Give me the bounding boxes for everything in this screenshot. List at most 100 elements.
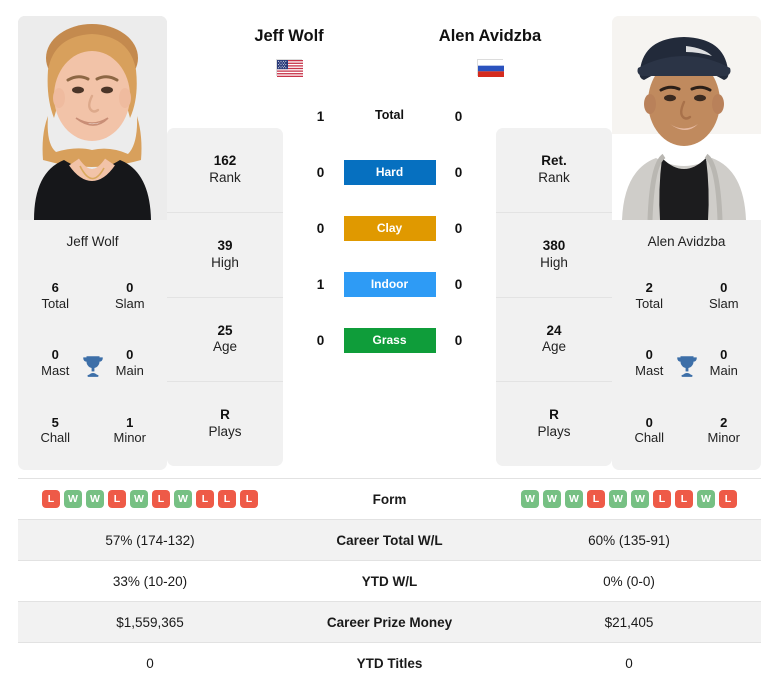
form-badge-win[interactable]: W	[174, 490, 192, 508]
left-form-badges: LWWLWLWLLL	[18, 490, 282, 508]
form-badge-win[interactable]: W	[543, 490, 561, 508]
right-titles-minor: 2 Minor	[687, 397, 762, 464]
form-badge-win[interactable]: W	[521, 490, 539, 508]
h2h-surface-hard[interactable]: Hard	[343, 159, 436, 185]
form-badge-loss[interactable]: L	[152, 490, 170, 508]
right-player-name-caption: Alen Avidzba	[647, 234, 726, 249]
value: R	[549, 407, 559, 423]
form-badge-loss[interactable]: L	[587, 490, 605, 508]
left-career-total-wl: 57% (174-132)	[105, 532, 195, 548]
form-badge-loss[interactable]: L	[218, 490, 236, 508]
form-badge-win[interactable]: W	[64, 490, 82, 508]
h2h-surface-grass[interactable]: Grass	[343, 327, 436, 353]
h2h-left-score: 0	[316, 332, 325, 348]
right-titles-chall: 0 Chall	[612, 397, 687, 464]
left-player-header: Jeff Wolf	[229, 16, 349, 77]
value: 0	[126, 347, 134, 363]
left-player-titles-grid: 6 Total 0 Slam 0 Mast 0 Main 5 Chall 1 M…	[18, 263, 167, 471]
h2h-right-score: 0	[454, 220, 463, 236]
right-player-card[interactable]: Alen Avidzba 2 Total 0 Slam 0 Mast 0 Mai…	[612, 16, 761, 470]
right-titles-slam: 0 Slam	[687, 263, 762, 330]
form-badge-loss[interactable]: L	[196, 490, 214, 508]
form-badge-loss[interactable]: L	[719, 490, 737, 508]
value: 0	[51, 347, 59, 363]
label: Rank	[209, 169, 241, 185]
table-row-career-prize-money: $1,559,365 Career Prize Money $21,405	[18, 601, 761, 643]
row-label-career-total-wl: Career Total W/L	[336, 532, 443, 548]
value: R	[220, 407, 230, 423]
left-player-name: Jeff Wolf	[254, 27, 324, 45]
form-badge-loss[interactable]: L	[42, 490, 60, 508]
form-badge-loss[interactable]: L	[108, 490, 126, 508]
right-form-badges: WWWLWWLLWL	[497, 490, 761, 508]
right-player-stat-column: Ret. Rank 380 High 24 Age R Plays	[496, 128, 612, 466]
form-badge-win[interactable]: W	[609, 490, 627, 508]
right-player-name: Alen Avidzba	[438, 27, 542, 45]
label: Slam	[114, 296, 145, 312]
left-titles-total: 6 Total	[18, 263, 93, 330]
label: High	[540, 254, 568, 270]
left-career-prize-money: $1,559,365	[116, 614, 184, 630]
right-ytd-wl: 0% (0-0)	[603, 573, 655, 589]
form-badge-loss[interactable]: L	[653, 490, 671, 508]
label: Rank	[538, 169, 570, 185]
left-player-card[interactable]: Jeff Wolf 6 Total 0 Slam 0 Mast 0 Main 5…	[18, 16, 167, 470]
left-ytd-wl: 33% (10-20)	[112, 573, 188, 589]
form-badge-win[interactable]: W	[86, 490, 104, 508]
label: Plays	[208, 424, 242, 440]
label: Age	[541, 339, 567, 355]
left-form-cell: LWWLWLWLLL	[18, 479, 282, 520]
label: Main	[709, 363, 738, 379]
left-player-stat-column: 162 Rank 39 High 25 Age R Plays	[167, 128, 283, 466]
h2h-surface-clay[interactable]: Clay	[343, 215, 436, 241]
comparison-stats-table: LWWLWLWLLL Form WWWLWWLLWL 57% (174-132)…	[18, 478, 761, 684]
right-career-prize-money: $21,405	[604, 614, 654, 630]
right-stat-age: 24 Age	[496, 296, 612, 382]
left-stat-rank: 162 Rank	[167, 128, 283, 212]
label: Total	[635, 296, 663, 312]
label: Plays	[537, 424, 571, 440]
table-row-career-total-wl: 57% (174-132) Career Total W/L 60% (135-…	[18, 519, 761, 561]
row-label-career-prize-money: Career Prize Money	[326, 614, 453, 630]
us-flag-icon	[276, 58, 303, 77]
form-badge-win[interactable]: W	[697, 490, 715, 508]
value: 162	[213, 153, 237, 168]
left-ytd-titles: 0	[146, 655, 154, 671]
table-row-ytd-titles: 0 YTD Titles 0	[18, 642, 761, 684]
form-badge-win[interactable]: W	[130, 490, 148, 508]
right-player-header: Alen Avidzba	[430, 16, 550, 77]
left-player-photo	[18, 16, 167, 220]
player-headers: Jeff Wolf Alen Avidzba	[254, 16, 541, 120]
right-player-photo	[612, 16, 761, 220]
form-badge-win[interactable]: W	[631, 490, 649, 508]
value: 25	[217, 322, 233, 338]
left-titles-minor: 1 Minor	[93, 397, 168, 464]
label: Chall	[40, 430, 71, 446]
label: Main	[115, 363, 144, 379]
label: Mast	[41, 363, 70, 379]
value: 0	[126, 280, 134, 296]
table-row-ytd-wl: 33% (10-20) YTD W/L 0% (0-0)	[18, 560, 761, 602]
h2h-right-score: 0	[454, 164, 463, 180]
left-stat-high: 39 High	[167, 211, 283, 297]
right-stat-high: 380 High	[496, 211, 612, 297]
label: High	[211, 254, 239, 270]
row-label-ytd-titles: YTD Titles	[356, 655, 423, 671]
value: 0	[720, 347, 728, 363]
head-to-head-column: Jeff Wolf Alen Avidzba 1 Total 0 0 Hard …	[254, 16, 541, 466]
value: 6	[51, 280, 59, 296]
h2h-surface-indoor[interactable]: Indoor	[343, 271, 436, 297]
form-badge-loss[interactable]: L	[240, 490, 258, 508]
h2h-row-clay: 0 Clay 0	[287, 200, 492, 256]
right-stat-rank: Ret. Rank	[496, 128, 612, 212]
value: 2	[645, 280, 653, 296]
right-ytd-titles: 0	[625, 655, 633, 671]
trophy-icon	[80, 353, 106, 379]
label: Age	[212, 339, 238, 355]
value: 380	[542, 237, 566, 253]
left-stat-age: 25 Age	[167, 296, 283, 382]
row-label-form: Form	[372, 491, 407, 507]
form-badge-win[interactable]: W	[565, 490, 583, 508]
value: 0	[720, 280, 728, 296]
form-badge-loss[interactable]: L	[675, 490, 693, 508]
